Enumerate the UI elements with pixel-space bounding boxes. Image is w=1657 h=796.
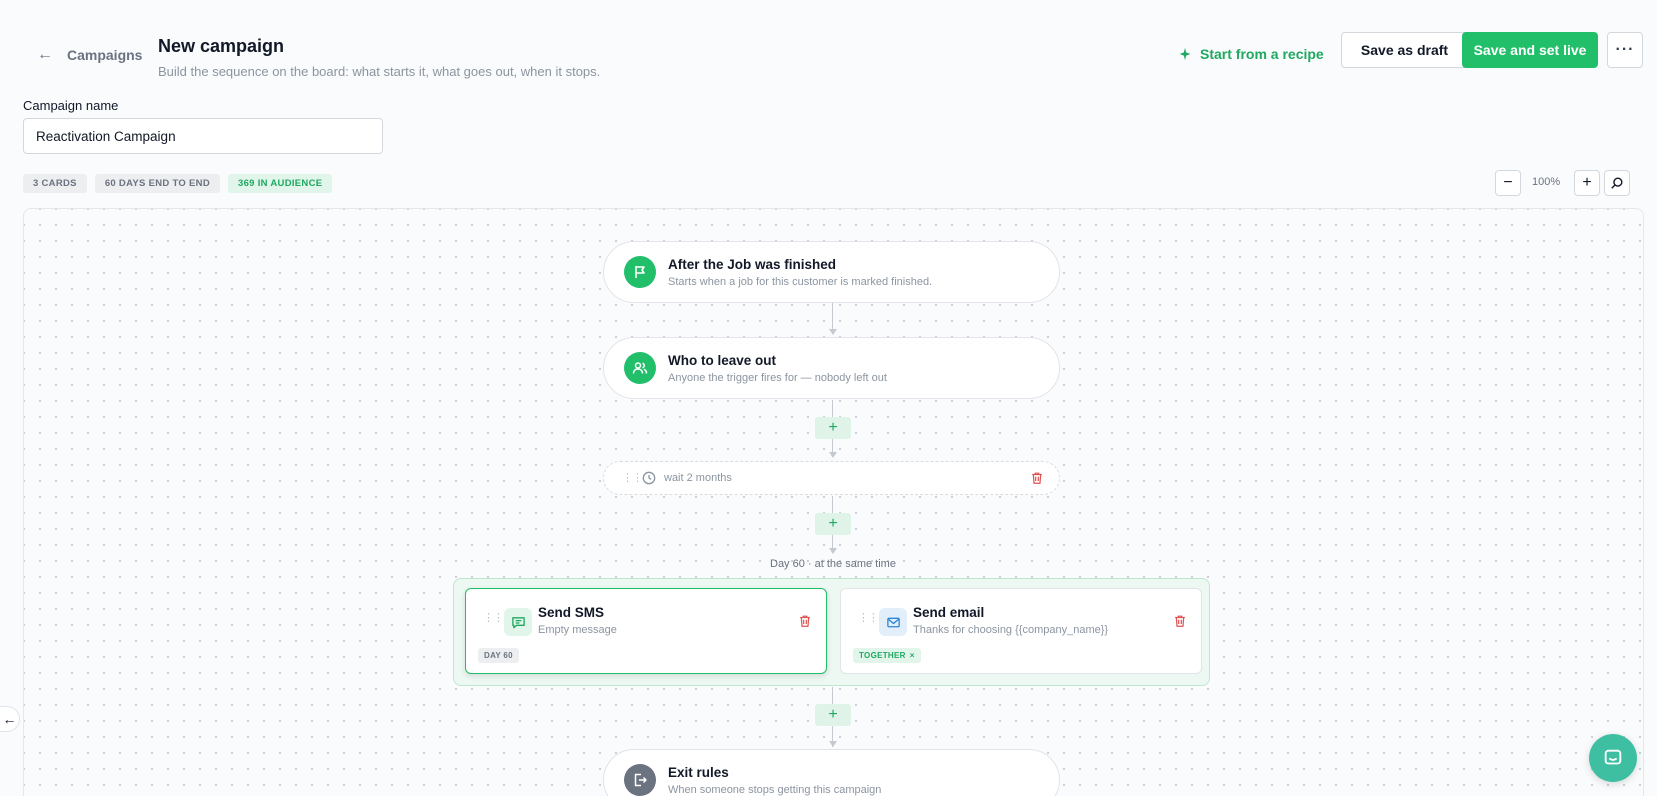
arrow-left-icon: ← [37, 46, 53, 63]
together-tag-label: TOGETHER [859, 651, 906, 660]
audience-chip: 369 IN AUDIENCE [228, 174, 333, 193]
trigger-node[interactable]: After the Job was finished Starts when a… [603, 241, 1060, 303]
exit-door-icon [624, 764, 656, 796]
clock-icon [642, 471, 656, 485]
recipe-button-label: Start from a recipe [1200, 46, 1324, 62]
add-step-button[interactable]: + [815, 704, 851, 726]
flag-icon [624, 256, 656, 288]
more-options-button[interactable]: ··· [1607, 32, 1643, 68]
sparkle-icon [1179, 47, 1191, 61]
zoom-level: 100% [1532, 176, 1561, 188]
connector-arrow [829, 329, 837, 335]
together-tag: TOGETHER × [853, 648, 921, 663]
page-title: New campaign [158, 36, 285, 56]
campaign-name-input[interactable] [23, 118, 383, 154]
arrow-left-icon: ← [2, 711, 17, 727]
back-to-campaigns-link[interactable]: ← Campaigns [37, 46, 142, 64]
campaign-name-label: Campaign name [23, 98, 119, 113]
remove-together-icon[interactable]: × [910, 651, 915, 660]
save-as-draft-button[interactable]: Save as draft [1341, 32, 1468, 68]
back-link-label: Campaigns [67, 47, 143, 63]
connector-arrow [829, 548, 837, 554]
mail-icon [879, 608, 907, 636]
group-day-label: Day 60 · at the same time [770, 558, 896, 570]
zoom-search-icon [1611, 177, 1623, 189]
send-email-card[interactable]: ⋮⋮ Send email Thanks for choosing {{comp… [840, 588, 1202, 674]
message-icon [504, 608, 532, 636]
trash-icon[interactable] [1173, 614, 1187, 628]
trash-icon[interactable] [1030, 471, 1044, 485]
zoom-fit-button[interactable] [1604, 170, 1630, 196]
day-tag: DAY 60 [478, 648, 519, 663]
duration-chip: 60 DAYS END TO END [94, 174, 220, 193]
email-card-subtitle: Thanks for choosing {{company_name}} [913, 624, 1109, 636]
exit-subtitle: When someone stops getting this campaign [668, 783, 882, 796]
connector-arrow [829, 452, 837, 458]
chat-support-button[interactable] [1589, 734, 1637, 782]
save-and-set-live-button[interactable]: Save and set live [1462, 32, 1598, 68]
wait-step[interactable]: ⋮⋮ wait 2 months [603, 461, 1060, 495]
trigger-subtitle: Starts when a job for this customer is m… [668, 275, 933, 288]
sms-card-title: Send SMS [538, 605, 605, 620]
exclusion-title: Who to leave out [668, 352, 776, 368]
trigger-title: After the Job was finished [668, 256, 837, 272]
page-subtitle: Build the sequence on the board: what st… [158, 64, 601, 79]
send-sms-card[interactable]: ⋮⋮ Send SMS Empty message DAY 60 [465, 588, 827, 674]
connector-line [832, 303, 833, 330]
email-card-title: Send email [913, 605, 985, 620]
cards-count-chip: 3 CARDS [23, 174, 87, 193]
users-icon [624, 352, 656, 384]
drag-handle-icon[interactable]: ⋮⋮ [858, 613, 879, 624]
sms-card-subtitle: Empty message [538, 624, 617, 636]
wait-label: wait 2 months [664, 472, 732, 484]
collapse-panel-button[interactable]: ← [0, 706, 20, 732]
exclusion-node[interactable]: Who to leave out Anyone the trigger fire… [603, 337, 1060, 399]
exclusion-subtitle: Anyone the trigger fires for — nobody le… [668, 371, 887, 384]
add-step-button[interactable]: + [815, 417, 851, 439]
drag-handle-icon[interactable]: ⋮⋮ [483, 613, 504, 624]
drag-handle-icon[interactable]: ⋮⋮ [622, 473, 643, 484]
zoom-in-button[interactable]: + [1574, 170, 1600, 196]
stats-chips: 3 CARDS 60 DAYS END TO END 369 IN AUDIEN… [23, 174, 333, 193]
start-from-recipe-button[interactable]: Start from a recipe [1178, 40, 1324, 68]
trash-icon[interactable] [798, 614, 812, 628]
connector-arrow [829, 741, 837, 747]
exit-rules-node[interactable]: Exit rules When someone stops getting th… [603, 749, 1060, 796]
zoom-out-button[interactable]: − [1495, 170, 1521, 196]
chat-icon [1604, 749, 1622, 765]
add-step-button[interactable]: + [815, 513, 851, 535]
exit-title: Exit rules [668, 764, 729, 780]
